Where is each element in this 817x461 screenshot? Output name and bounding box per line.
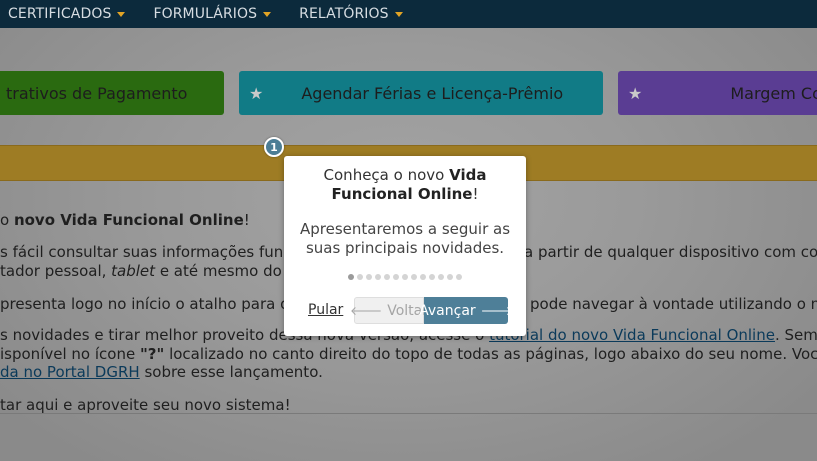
tile-label: Agendar Férias e Licença-Prêmio [301, 83, 564, 103]
nav-item-relatorios[interactable]: RELATÓRIOS [299, 6, 403, 22]
progress-dot [456, 274, 462, 280]
tour-progress-dots [284, 274, 526, 280]
star-icon: ★ [628, 83, 643, 103]
progress-dot [411, 274, 417, 280]
next-button[interactable]: Avançar 🡒 [419, 297, 513, 324]
progress-dot [357, 274, 363, 280]
tile-demonstrativos-pagamento[interactable]: trativos de Pagamento [0, 71, 224, 115]
nav-item-certificados[interactable]: CERTIFICADOS [8, 6, 126, 22]
tile-label: Margem Co [730, 83, 817, 103]
arrow-right-icon: 🡒 [480, 304, 513, 318]
tour-title: Conheça o novo Vida Funcional Online! [323, 166, 487, 203]
caret-down-icon [117, 11, 126, 17]
progress-dot [429, 274, 435, 280]
paragraph-line: isponível no ícone "?" localizado no can… [0, 345, 817, 363]
divider [0, 413, 817, 414]
tile-agendar-ferias[interactable]: ★ Agendar Férias e Licença-Prêmio [239, 71, 603, 115]
tutorial-link[interactable]: tutorial do novo Vida Funcional Online [489, 326, 775, 344]
progress-dot [447, 274, 453, 280]
caret-down-icon [263, 11, 272, 17]
progress-dot [393, 274, 399, 280]
progress-dot [375, 274, 381, 280]
paragraph-line: da no Portal DGRH sobre esse lançamento. [0, 363, 323, 381]
progress-dot [438, 274, 444, 280]
next-button-label: Avançar [419, 302, 476, 319]
nav-item-formularios[interactable]: FORMULÁRIOS [153, 6, 272, 22]
progress-dot [348, 274, 354, 280]
tile-label: trativos de Pagamento [6, 83, 188, 103]
progress-dot [402, 274, 408, 280]
progress-dot [366, 274, 372, 280]
progress-dot [384, 274, 390, 280]
back-button[interactable]: 🡐 Voltar [350, 297, 428, 324]
top-navbar: CERTIFICADOS FORMULÁRIOS RELATÓRIOS [0, 0, 817, 28]
progress-dot [420, 274, 426, 280]
tile-margem-consignavel[interactable]: ★ Margem Co [618, 71, 817, 115]
tour-step-badge: 1 [264, 137, 284, 157]
tour-popover: Conheça o novo Vida Funcional Online! Ap… [284, 156, 526, 336]
arrow-left-icon: 🡐 [350, 304, 383, 318]
paragraph-line: tar aqui e aproveite seu novo sistema! [0, 396, 291, 414]
portal-dgrh-link[interactable]: da no Portal DGRH [0, 363, 140, 381]
nav-item-label: RELATÓRIOS [299, 6, 389, 22]
skip-tour-link[interactable]: Pular [308, 302, 343, 318]
tour-body: Apresentaremos a seguir as suas principa… [299, 220, 511, 257]
star-icon: ★ [249, 83, 264, 103]
caret-down-icon [394, 11, 403, 17]
nav-item-label: FORMULÁRIOS [153, 6, 258, 22]
nav-item-label: CERTIFICADOS [8, 6, 112, 22]
